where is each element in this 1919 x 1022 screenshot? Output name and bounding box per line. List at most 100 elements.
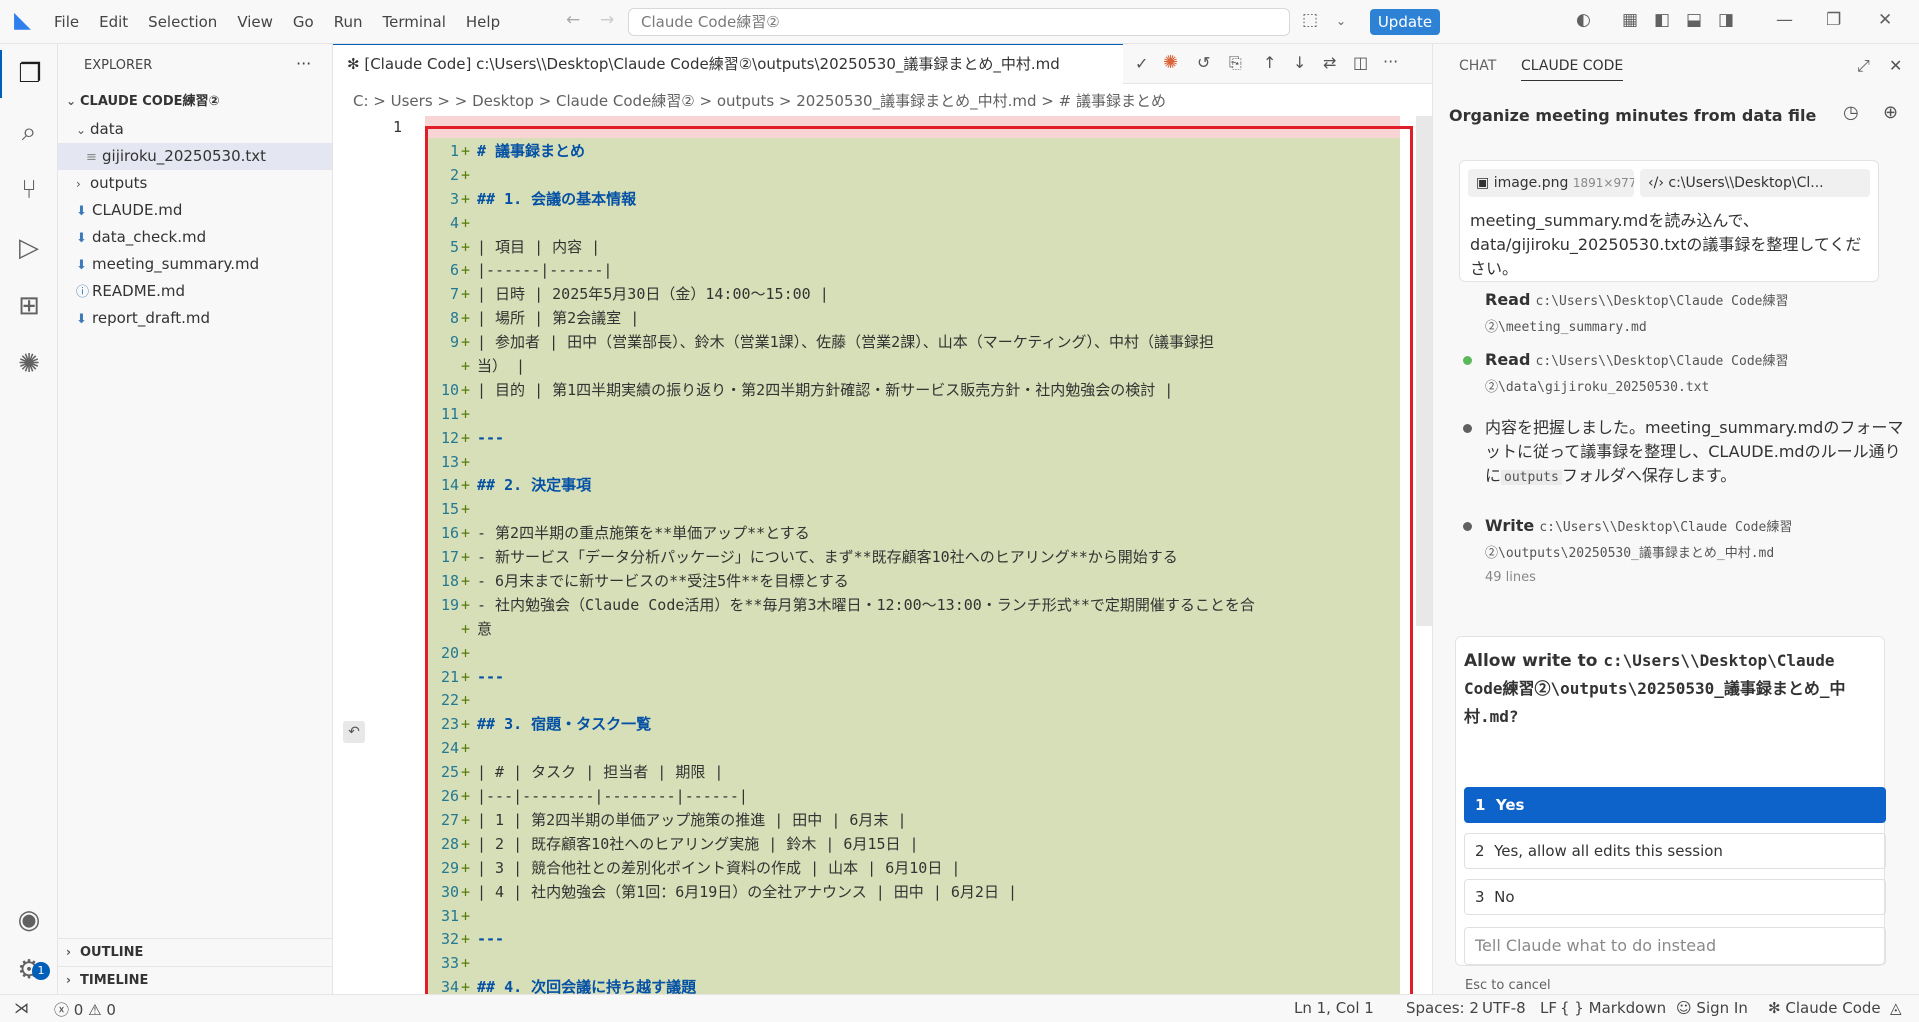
chevron-down-icon[interactable]: ⌄ xyxy=(1336,14,1346,28)
toggle-secondary-sidebar-icon[interactable]: ◨ xyxy=(1718,10,1734,30)
menu-bar: File Edit Selection View Go Run Terminal… xyxy=(44,0,510,44)
explorer-icon[interactable]: ❐ xyxy=(0,50,58,98)
swap-icon[interactable]: ⇄ xyxy=(1323,53,1336,72)
text-file-icon: ≡ xyxy=(86,150,97,165)
extensions-icon[interactable]: ⊞ xyxy=(0,282,58,330)
restore-icon[interactable]: ❐ xyxy=(1826,10,1841,30)
accept-check-icon[interactable]: ✓ xyxy=(1135,54,1148,73)
open-changes-icon[interactable]: ⎘ xyxy=(1229,53,1242,73)
run-debug-icon[interactable]: ▷ xyxy=(0,224,58,272)
close-panel-icon[interactable]: ✕ xyxy=(1889,56,1902,75)
minimize-icon[interactable]: — xyxy=(1776,10,1793,30)
explorer-sidebar: EXPLORER ··· ⌄ CLAUDE CODE練習② ⌄ data ≡ giji… xyxy=(58,44,333,994)
menu-file[interactable]: File xyxy=(44,0,89,44)
menu-go[interactable]: Go xyxy=(283,0,324,44)
claude-spark-icon[interactable]: ✺ xyxy=(1163,52,1178,73)
customize-layout-icon[interactable]: ▦ xyxy=(1622,10,1638,30)
attachment-path-chip[interactable]: ‹/› c:\Users\\Desktop\Cl... xyxy=(1640,169,1870,197)
tree-file-gijiroku[interactable]: ≡ gijiroku_20250530.txt xyxy=(58,143,332,170)
highlight-frame xyxy=(425,126,1413,1000)
history-icon[interactable]: ◷ xyxy=(1843,102,1859,123)
account-icon[interactable]: ◉ xyxy=(0,896,58,944)
menu-help[interactable]: Help xyxy=(456,0,510,44)
error-icon: ⓧ xyxy=(54,1001,70,1019)
success-dot-icon xyxy=(1463,356,1472,365)
cursor-position[interactable]: Ln 1, Col 1 xyxy=(1294,999,1374,1017)
attachment-image-chip[interactable]: ▣ image.png 1891×977 xyxy=(1468,169,1634,197)
encoding[interactable]: UTF-8 xyxy=(1482,999,1526,1017)
split-editor-icon[interactable]: ◫ xyxy=(1353,53,1368,72)
markdown-icon: ⬇ xyxy=(76,258,87,273)
editor-scrollbar[interactable] xyxy=(1416,116,1432,626)
tree-folder-outputs[interactable]: › outputs xyxy=(58,170,332,197)
maximize-icon[interactable]: ⤢ xyxy=(1857,56,1870,76)
tab-claude-code[interactable]: CLAUDE CODE xyxy=(1521,58,1624,81)
chat-icon[interactable]: ⬚ xyxy=(1302,10,1318,30)
tree-file-readme[interactable]: ⓘ README.md xyxy=(58,278,332,305)
tree-file-claude-md[interactable]: ⬇ CLAUDE.md xyxy=(58,197,332,224)
toggle-panel-icon[interactable]: ⬓ xyxy=(1686,10,1702,30)
editor-tab-active[interactable]: ✻ [Claude Code] c:\Users\\Desktop\Claude… xyxy=(333,44,1123,84)
tree-file-meeting-summary[interactable]: ⬇ meeting_summary.md xyxy=(58,251,332,278)
remote-icon[interactable]: ⋊ xyxy=(14,999,29,1017)
language-mode[interactable]: { } Markdown xyxy=(1560,999,1666,1017)
timeline-section[interactable]: › TIMELINE xyxy=(58,966,332,993)
write-line-count: 49 lines xyxy=(1485,570,1536,585)
forward-arrow-icon[interactable]: → xyxy=(600,10,614,30)
next-change-icon[interactable]: ↓ xyxy=(1293,53,1306,72)
source-control-icon[interactable]: ⑂ xyxy=(0,166,58,214)
undo-change-icon[interactable]: ↶ xyxy=(343,721,365,743)
menu-view[interactable]: View xyxy=(227,0,283,44)
menu-selection[interactable]: Selection xyxy=(138,0,227,44)
original-line-number: 1 xyxy=(393,118,403,136)
search-icon[interactable]: ⌕ xyxy=(0,108,58,156)
instead-input[interactable]: Tell Claude what to do instead xyxy=(1464,927,1886,965)
close-icon[interactable]: ✕ xyxy=(1878,10,1892,30)
claude-code-status[interactable]: ✻ Claude Code xyxy=(1768,999,1881,1017)
end-of-line[interactable]: LF xyxy=(1540,999,1557,1017)
chevron-right-icon: › xyxy=(76,177,81,191)
tree-file-data-check[interactable]: ⬇ data_check.md xyxy=(58,224,332,251)
previous-change-icon[interactable]: ↑ xyxy=(1263,53,1276,72)
tab-chat[interactable]: CHAT xyxy=(1459,58,1496,74)
editor-tab-bar: ✻ [Claude Code] c:\Users\\Desktop\Claude… xyxy=(333,44,1432,84)
option-yes-button[interactable]: 1 Yes xyxy=(1464,787,1886,823)
command-center-search[interactable]: Claude Code練習② xyxy=(628,8,1290,36)
chevron-down-icon: ⌄ xyxy=(66,94,77,108)
permission-prompt: Allow write to c:\Users\\Desktop\Claude … xyxy=(1455,636,1886,966)
claude-spark-icon[interactable]: ✺ xyxy=(0,340,58,388)
new-session-icon[interactable]: ⊕ xyxy=(1883,102,1898,123)
more-actions-icon[interactable]: ··· xyxy=(1383,52,1398,71)
claude-code-panel: CHAT CLAUDE CODE ⤢ ✕ Organize meeting mi… xyxy=(1432,44,1919,994)
toggle-sidebar-icon[interactable]: ◧ xyxy=(1654,10,1670,30)
image-icon: ▣ xyxy=(1476,175,1494,191)
option-no-button[interactable]: 3 No xyxy=(1464,879,1886,915)
menu-edit[interactable]: Edit xyxy=(89,0,138,44)
esc-hint: Esc to cancel xyxy=(1465,978,1551,993)
menu-terminal[interactable]: Terminal xyxy=(373,0,456,44)
chevron-right-icon: › xyxy=(66,973,71,987)
info-icon: ⓘ xyxy=(76,285,90,300)
notifications-bell-icon[interactable]: ◬ xyxy=(1890,999,1902,1017)
step-read-2: Read c:\Users\\Desktop\Claude Code練習②\da… xyxy=(1463,348,1903,398)
user-message-text: meeting_summary.mdを読み込んで、data/gijiroku_2… xyxy=(1470,211,1862,278)
problems-indicator[interactable]: ⓧ 0 ⚠ 0 xyxy=(54,999,116,1020)
indentation[interactable]: Spaces: 2 xyxy=(1406,999,1479,1017)
chevron-right-icon: › xyxy=(66,945,71,959)
outline-section[interactable]: › OUTLINE xyxy=(58,938,332,965)
tree-root-folder[interactable]: ⌄ CLAUDE CODE練習② xyxy=(58,88,332,115)
back-arrow-icon[interactable]: ← xyxy=(566,10,580,30)
update-button[interactable]: Update xyxy=(1370,9,1440,35)
tree-folder-data[interactable]: ⌄ data xyxy=(58,116,332,143)
step-assistant-text: 内容を把握しました。meeting_summary.mdのフォーマットに従って議… xyxy=(1463,416,1903,496)
tree-file-report-draft[interactable]: ⬇ report_draft.md xyxy=(58,305,332,332)
activity-bar: ❐ ⌕ ⑂ ▷ ⊞ ✺ ◉ ⚙ xyxy=(0,44,58,994)
sign-in[interactable]: ☺ Sign In xyxy=(1676,999,1748,1017)
more-actions-icon[interactable]: ··· xyxy=(296,54,311,73)
breadcrumb[interactable]: C: > Users > > Desktop > Claude Code練習② … xyxy=(333,86,1432,116)
option-allow-all-button[interactable]: 2 Yes, allow all edits this session xyxy=(1464,833,1886,869)
claude-spark-icon: ✻ xyxy=(1768,999,1781,1017)
menu-run[interactable]: Run xyxy=(324,0,373,44)
revert-icon[interactable]: ↺ xyxy=(1197,53,1210,72)
copilot-icon[interactable]: ◐ xyxy=(1576,10,1591,30)
